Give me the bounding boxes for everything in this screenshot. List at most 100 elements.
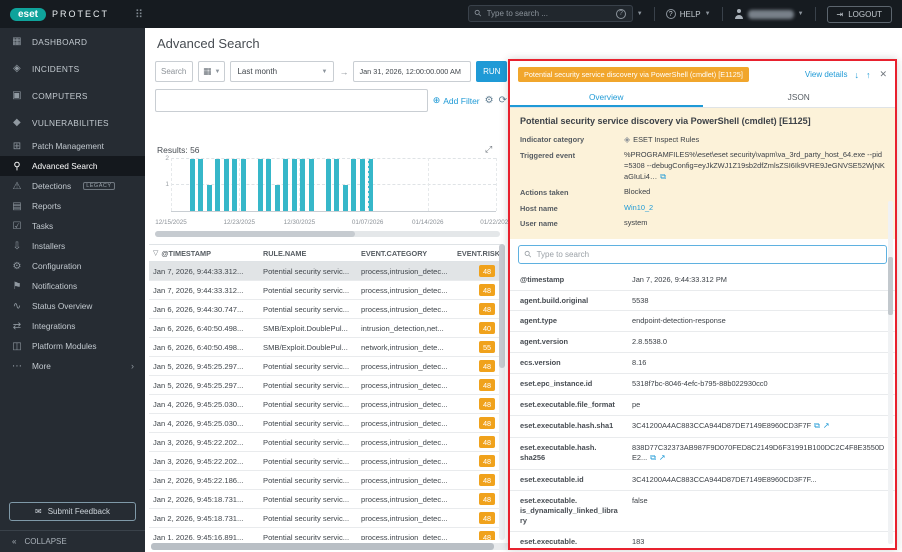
- global-search-input[interactable]: ⚲ Type to search ... ?: [468, 5, 633, 22]
- table-scrollbar[interactable]: [499, 244, 505, 540]
- risk-score-badge: 48: [479, 436, 496, 448]
- sort-desc-icon: ▽: [153, 250, 159, 257]
- end-date-input[interactable]: Jan 31, 2026, 12:00:00.000 AM: [353, 61, 472, 82]
- x-axis-tick-label: 12/30/2025: [283, 219, 316, 226]
- help-menu[interactable]: ? HELP ▼: [665, 9, 711, 19]
- cell-timestamp: Jan 2, 2026, 9:45:22.186...: [153, 475, 244, 485]
- copy-icon[interactable]: ⧉: [814, 421, 820, 430]
- settings-gear-icon[interactable]: ⚙: [485, 95, 494, 106]
- tab-overview[interactable]: Overview: [510, 87, 703, 107]
- user-menu[interactable]: ▼: [734, 9, 804, 19]
- kv-key: agent.​version: [520, 337, 569, 347]
- submit-feedback-button[interactable]: ✉ Submit Feedback: [9, 502, 136, 521]
- scrollbar-thumb[interactable]: [499, 244, 505, 369]
- sidebar-item-incidents[interactable]: ◈ INCIDENTS: [0, 55, 145, 82]
- saved-search-input[interactable]: Search: [155, 61, 193, 82]
- sidebar-item-patch-management[interactable]: ⊞ Patch Management: [0, 136, 145, 156]
- summary-field: Indicator category ◈ ESET Inspect Rules: [520, 134, 885, 145]
- table-row[interactable]: Jan 1, 2026, 9:45:16.891... Potential sec…: [149, 528, 503, 540]
- table-row[interactable]: Jan 2, 2026, 9:45:22.186... Potential sec…: [149, 471, 503, 490]
- copy-icon[interactable]: ⧉: [650, 453, 656, 462]
- sidebar-item-dashboard[interactable]: ▦ DASHBOARD: [0, 28, 145, 55]
- cell-risk-score: 48: [453, 493, 503, 505]
- table-row[interactable]: Jan 2, 2026, 9:45:18.731... Potential sec…: [149, 490, 503, 509]
- kv-row: agent.​type endpoint-detection-response: [510, 311, 895, 333]
- expand-icon[interactable]: ⤢: [485, 144, 492, 155]
- summary-field-label: Host name: [520, 203, 558, 213]
- kv-row: agent.​build.​original 5538: [510, 291, 895, 312]
- sidebar-item-advanced-search[interactable]: ⚲ Advanced Search: [0, 156, 145, 176]
- kv-value: 3C41200A4AC883CCA944D87DE7149E8960CD3F7F…: [632, 474, 817, 484]
- kv-key: agent.​type: [520, 316, 557, 326]
- column-header-3[interactable]: EVENT.RISK_SCOR...: [453, 249, 503, 258]
- detail-search-input[interactable]: ⚲ Type to search: [518, 244, 887, 264]
- table-row[interactable]: Jan 7, 2026, 9:44:33.312... Potential sec…: [149, 262, 503, 281]
- sidebar-item-detections[interactable]: ⚠ Detections LEGACY: [0, 176, 145, 196]
- sidebar-item-status-overview[interactable]: ∿ Status Overview: [0, 296, 145, 316]
- add-filter-button[interactable]: ⊕ Add Filter: [433, 95, 480, 106]
- gridline: [299, 158, 301, 211]
- kv-value: 5538: [632, 295, 649, 305]
- calendar-button[interactable]: ▦ ▼: [198, 61, 226, 82]
- table-row[interactable]: Jan 4, 2026, 9:45:25.030... Potential sec…: [149, 414, 503, 433]
- prev-record-icon[interactable]: ↑: [866, 70, 871, 80]
- sidebar-item-configuration[interactable]: ⚙ Configuration: [0, 256, 145, 276]
- table-row[interactable]: Jan 2, 2026, 9:45:18.731... Potential sec…: [149, 509, 503, 528]
- summary-field-value[interactable]: Win10_2: [624, 203, 885, 213]
- eset-logo[interactable]: eset PROTECT: [10, 7, 110, 21]
- help-icon: ?: [665, 9, 676, 19]
- filter-query-input[interactable]: [155, 89, 428, 112]
- chart-scrollbar[interactable]: [155, 231, 500, 237]
- close-icon[interactable]: ✕: [879, 69, 887, 80]
- scrollbar-thumb[interactable]: [155, 231, 356, 237]
- tab-json[interactable]: JSON: [703, 87, 896, 107]
- table-row[interactable]: Jan 5, 2026, 9:45:25.297... Potential sec…: [149, 376, 503, 395]
- table-row[interactable]: Jan 3, 2026, 9:45:22.202... Potential sec…: [149, 452, 503, 471]
- copy-icon[interactable]: ⧉: [660, 172, 666, 181]
- sidebar-item-integrations[interactable]: ⇄ Integrations: [0, 316, 145, 336]
- risk-score-badge: 48: [479, 512, 496, 524]
- scrollbar-thumb[interactable]: [151, 543, 494, 550]
- submit-feedback-label: Submit Feedback: [47, 507, 110, 516]
- column-header-0[interactable]: ▽ @TIMESTAMP: [149, 249, 259, 258]
- sidebar-item-tasks[interactable]: ☑ Tasks: [0, 216, 145, 236]
- kv-row: @timestamp Jan 7, 2026, 9:44:33.312 PM: [510, 270, 895, 291]
- search-help-icon[interactable]: ?: [616, 8, 626, 19]
- external-link-icon[interactable]: ↗: [659, 453, 666, 462]
- external-link-icon[interactable]: ↗: [823, 421, 830, 430]
- cell-rule-name: Potential security servic...: [263, 494, 350, 504]
- app-grid-icon[interactable]: ⠿: [135, 8, 143, 21]
- more-icon: ⋯: [12, 360, 22, 372]
- column-header-2[interactable]: EVENT.CATEGORY: [357, 249, 453, 258]
- table-row[interactable]: Jan 6, 2026, 9:44:30.747... Potential sec…: [149, 300, 503, 319]
- integrations-icon: ⇄: [12, 320, 22, 332]
- product-name: PROTECT: [52, 9, 110, 19]
- sidebar-item-vulnerabilities[interactable]: ◆ VULNERABILITIES: [0, 109, 145, 136]
- next-record-icon[interactable]: ↓: [854, 70, 859, 80]
- view-details-link[interactable]: View details: [805, 70, 848, 79]
- refresh-icon[interactable]: ⟳: [499, 95, 507, 106]
- cell-timestamp: Jan 2, 2026, 9:45:18.731...: [153, 513, 244, 523]
- collapse-button[interactable]: « COLLAPSE: [0, 530, 145, 552]
- scrollbar-thumb[interactable]: [888, 257, 893, 315]
- sidebar-item-installers[interactable]: ⇩ Installers: [0, 236, 145, 256]
- table-row[interactable]: Jan 5, 2026, 9:45:25.297... Potential sec…: [149, 357, 503, 376]
- table-row[interactable]: Jan 7, 2026, 9:44:33.312... Potential sec…: [149, 281, 503, 300]
- panel-scrollbar[interactable]: [888, 201, 893, 544]
- table-row[interactable]: Jan 3, 2026, 9:45:22.202... Potential sec…: [149, 433, 503, 452]
- risk-score-badge: 48: [479, 417, 496, 429]
- table-row[interactable]: Jan 6, 2026, 6:40:50.498... SMB/Exploit.D…: [149, 319, 503, 338]
- kv-key: eset.​executable.​is_dynamically_linked_…: [520, 495, 618, 525]
- table-row[interactable]: Jan 6, 2026, 6:40:50.498... SMB/Exploit.D…: [149, 338, 503, 357]
- sidebar-item-more[interactable]: ⋯ More ›: [0, 356, 145, 376]
- sidebar-item-reports[interactable]: ▤ Reports: [0, 196, 145, 216]
- logout-button[interactable]: ⇥ LOGOUT: [826, 5, 892, 23]
- sidebar-item-platform-modules[interactable]: ◫ Platform Modules: [0, 336, 145, 356]
- x-axis-tick-label: 12/15/2025: [155, 219, 187, 226]
- sidebar-item-notifications[interactable]: ⚑ Notifications: [0, 276, 145, 296]
- sidebar-item-computers[interactable]: ▣ COMPUTERS: [0, 82, 145, 109]
- table-row[interactable]: Jan 4, 2026, 9:45:25.030... Potential sec…: [149, 395, 503, 414]
- time-range-select[interactable]: Last month ▼: [230, 61, 335, 82]
- run-button[interactable]: RUN: [476, 61, 507, 82]
- column-header-1[interactable]: RULE.NAME: [259, 249, 357, 258]
